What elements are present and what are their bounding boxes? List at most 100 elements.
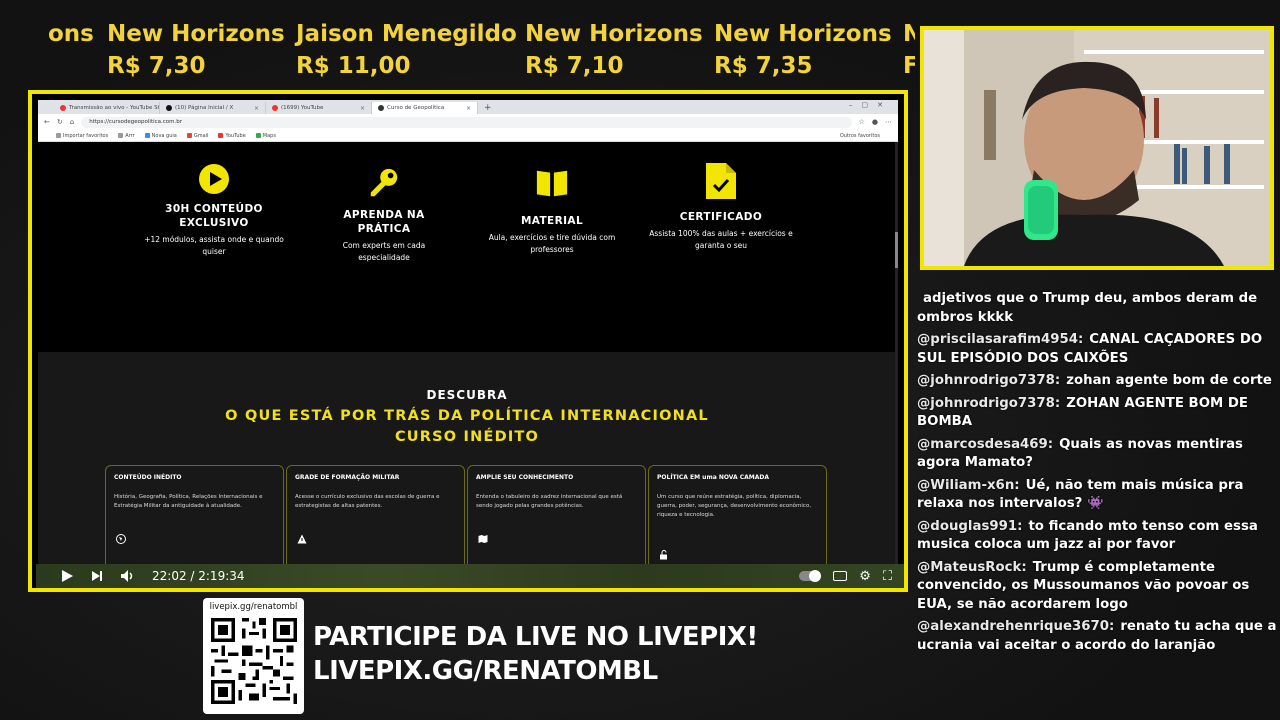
- livepix-url: livepix.gg/renatombl: [209, 602, 298, 612]
- bookmark-item[interactable]: Importar favoritos: [56, 132, 109, 139]
- tab-label: Transmissão ao vivo - YouTube St: [69, 105, 160, 111]
- settings-icon[interactable]: ⚙: [859, 569, 871, 584]
- card-desc: História, Geografia, Política, Relações …: [114, 494, 263, 509]
- bookmark-label: YouTube: [225, 132, 246, 139]
- card-desc: Um curso que reúne estratégia, política,…: [657, 494, 812, 518]
- card-title: AMPLIE SEU CONHECIMENTO: [476, 474, 574, 481]
- feature-item: MATERIAL Aula, exercícios e tire dúvida …: [472, 166, 632, 256]
- book-icon: [535, 166, 569, 200]
- subtitles-icon[interactable]: [833, 571, 848, 581]
- bookmark-item[interactable]: YouTube: [218, 132, 246, 139]
- chat-user: @alexandrehenrique3670:: [917, 619, 1115, 634]
- other-bookmarks[interactable]: Outros favoritos: [840, 133, 880, 139]
- info-card: AMPLIE SEU CONHECIMENTO Entenda o tabule…: [467, 465, 646, 566]
- chat-message: @alexandrehenrique3670: renato tu acha qu…: [917, 618, 1277, 655]
- browser-tab[interactable]: Transmissão ao vivo - YouTube St×: [54, 102, 160, 114]
- feature-desc: Com experts em cada especialidade: [342, 241, 426, 262]
- chat-message: @Wiliam-x6n: Ué, não tem mais música pra …: [917, 477, 1277, 514]
- site-icon: [378, 105, 384, 111]
- chat-message: @marcosdesa469: Quais as novas mentiras a…: [917, 436, 1277, 473]
- ticker-item: New Horizons R$ 7,10: [525, 21, 703, 79]
- headline-line-2: CURSO INÉDITO: [394, 429, 540, 445]
- fullscreen-icon[interactable]: ⛶: [883, 569, 892, 584]
- tab-label: (1699) YouTube: [281, 105, 324, 111]
- bookmark-item[interactable]: Maps: [255, 132, 276, 139]
- live-chat: adjetivos que o Trump deu, ambos deram d…: [917, 290, 1277, 690]
- profile-icon[interactable]: ●: [872, 118, 878, 126]
- ticker-item: Jaison Menegildo R$ 11,00: [296, 21, 517, 79]
- bookmark-label: Nova guia: [151, 132, 177, 139]
- browser-tab-active[interactable]: Curso de Geopolítica ×: [372, 102, 478, 114]
- bookmark-label: Maps: [262, 132, 276, 139]
- feature-item: CERTIFICADO Assista 100% das aulas + exe…: [641, 163, 801, 252]
- warning-icon: [297, 534, 307, 544]
- bookmark-item[interactable]: Arrr: [118, 132, 135, 139]
- bookmark-label: Importar favoritos: [63, 132, 109, 139]
- certificate-icon: [704, 163, 738, 199]
- bookmark-item[interactable]: Nova guia: [144, 132, 177, 139]
- maps-icon: [255, 132, 261, 138]
- reload-icon[interactable]: ↻: [57, 118, 63, 126]
- autoplay-toggle[interactable]: [799, 570, 822, 582]
- discover-section: DESCUBRA O QUE ESTÁ POR TRÁS DA POLÍTICA…: [38, 352, 896, 566]
- feature-title: APRENDA NA PRÁTICA: [343, 209, 425, 235]
- livepix-cta: PARTICIPE DA LIVE NO LIVEPIX! LIVEPIX.GG…: [313, 620, 758, 688]
- next-icon[interactable]: [90, 569, 104, 583]
- new-tab-button[interactable]: +: [478, 102, 498, 114]
- info-card: POLÍTICA EM uma NOVA CAMADA Um curso que…: [648, 465, 827, 566]
- play-icon: [197, 162, 231, 196]
- bookmark-label: Gmail: [193, 132, 209, 139]
- url-input[interactable]: https://cursodegeopolitica.com.br: [81, 116, 852, 128]
- card-desc: Acesse o currículo exclusivo das escolas…: [295, 494, 440, 509]
- webcam-feed: [920, 26, 1274, 270]
- menu-icon[interactable]: ⋯: [885, 118, 892, 126]
- chat-user: @priscilasarafim4954:: [917, 332, 1084, 347]
- x-icon: [166, 105, 172, 111]
- ticker-item: New Horizons R$ 7,35: [714, 21, 892, 79]
- feature-desc: +12 módulos, assista onde e quando quise…: [144, 235, 284, 256]
- star-icon[interactable]: ☆: [859, 118, 865, 126]
- cta-line-1: PARTICIPE DA LIVE NO LIVEPIX!: [313, 622, 758, 652]
- bookmark-item[interactable]: Gmail: [186, 132, 209, 139]
- window-controls[interactable]: –▢✕: [849, 101, 892, 109]
- chat-text: zohan agente bom de corte: [1066, 373, 1272, 388]
- video-player-controls: 22:02 / 2:19:34 ⚙ ⛶: [36, 564, 904, 588]
- close-icon[interactable]: ×: [466, 105, 471, 112]
- stream-overlay: ons New Horizons R$ 7,30 Jaison Menegildo…: [0, 0, 1280, 720]
- tab-strip: Transmissão ao vivo - YouTube St× (10) P…: [38, 100, 898, 114]
- home-icon[interactable]: ⌂: [70, 118, 74, 126]
- import-icon: [56, 132, 61, 138]
- youtube-icon: [218, 132, 224, 138]
- feature-desc: Aula, exercícios e tire dúvida com profe…: [488, 233, 616, 254]
- unlock-icon: [660, 550, 667, 560]
- card-title: GRADE DE FORMAÇÃO MILITAR: [295, 474, 400, 481]
- chat-user: @douglas991:: [917, 518, 1023, 534]
- chat-user: @Wiliam-x6n:: [917, 477, 1020, 493]
- volume-icon[interactable]: [120, 569, 136, 583]
- key-icon: [367, 166, 401, 200]
- browser-window: Transmissão ao vivo - YouTube St× (10) P…: [38, 100, 898, 566]
- play-icon[interactable]: [60, 569, 74, 583]
- close-icon[interactable]: ×: [254, 105, 259, 112]
- page-scrollbar[interactable]: [895, 142, 898, 566]
- close-icon[interactable]: ×: [360, 105, 365, 112]
- map-icon: [478, 535, 488, 543]
- browser-tab[interactable]: (10) Página Inicial / X ×: [160, 102, 266, 114]
- back-icon[interactable]: ←: [44, 118, 50, 126]
- youtube-icon: [60, 105, 66, 111]
- chat-user: @johnrodrigo7378:: [917, 395, 1061, 411]
- tab-label: Curso de Geopolítica: [387, 105, 445, 111]
- chat-user: @johnrodrigo7378:: [917, 373, 1061, 388]
- chat-user: @MateusRock:: [917, 559, 1027, 575]
- webcam-image: [924, 30, 1270, 266]
- card-desc: Entenda o tabuleiro do xadrez internacio…: [476, 494, 623, 509]
- scrollbar-thumb[interactable]: [895, 232, 898, 268]
- chat-message: @johnrodrigo7378: ZOHAN AGENTE BOM DE BOM…: [917, 395, 1277, 432]
- website-content: 30H CONTEÚDO EXCLUSIVO +12 módulos, assi…: [38, 142, 896, 566]
- feature-desc: Assista 100% das aulas + exercícios e ga…: [649, 229, 793, 250]
- card-title: POLÍTICA EM uma NOVA CAMADA: [657, 474, 770, 481]
- qr-code-icon[interactable]: [211, 618, 297, 704]
- browser-tab[interactable]: (1699) YouTube ×: [266, 102, 372, 114]
- youtube-icon: [272, 105, 278, 111]
- chat-message: @johnrodrigo7378: zohan agente bom de cor…: [917, 372, 1277, 391]
